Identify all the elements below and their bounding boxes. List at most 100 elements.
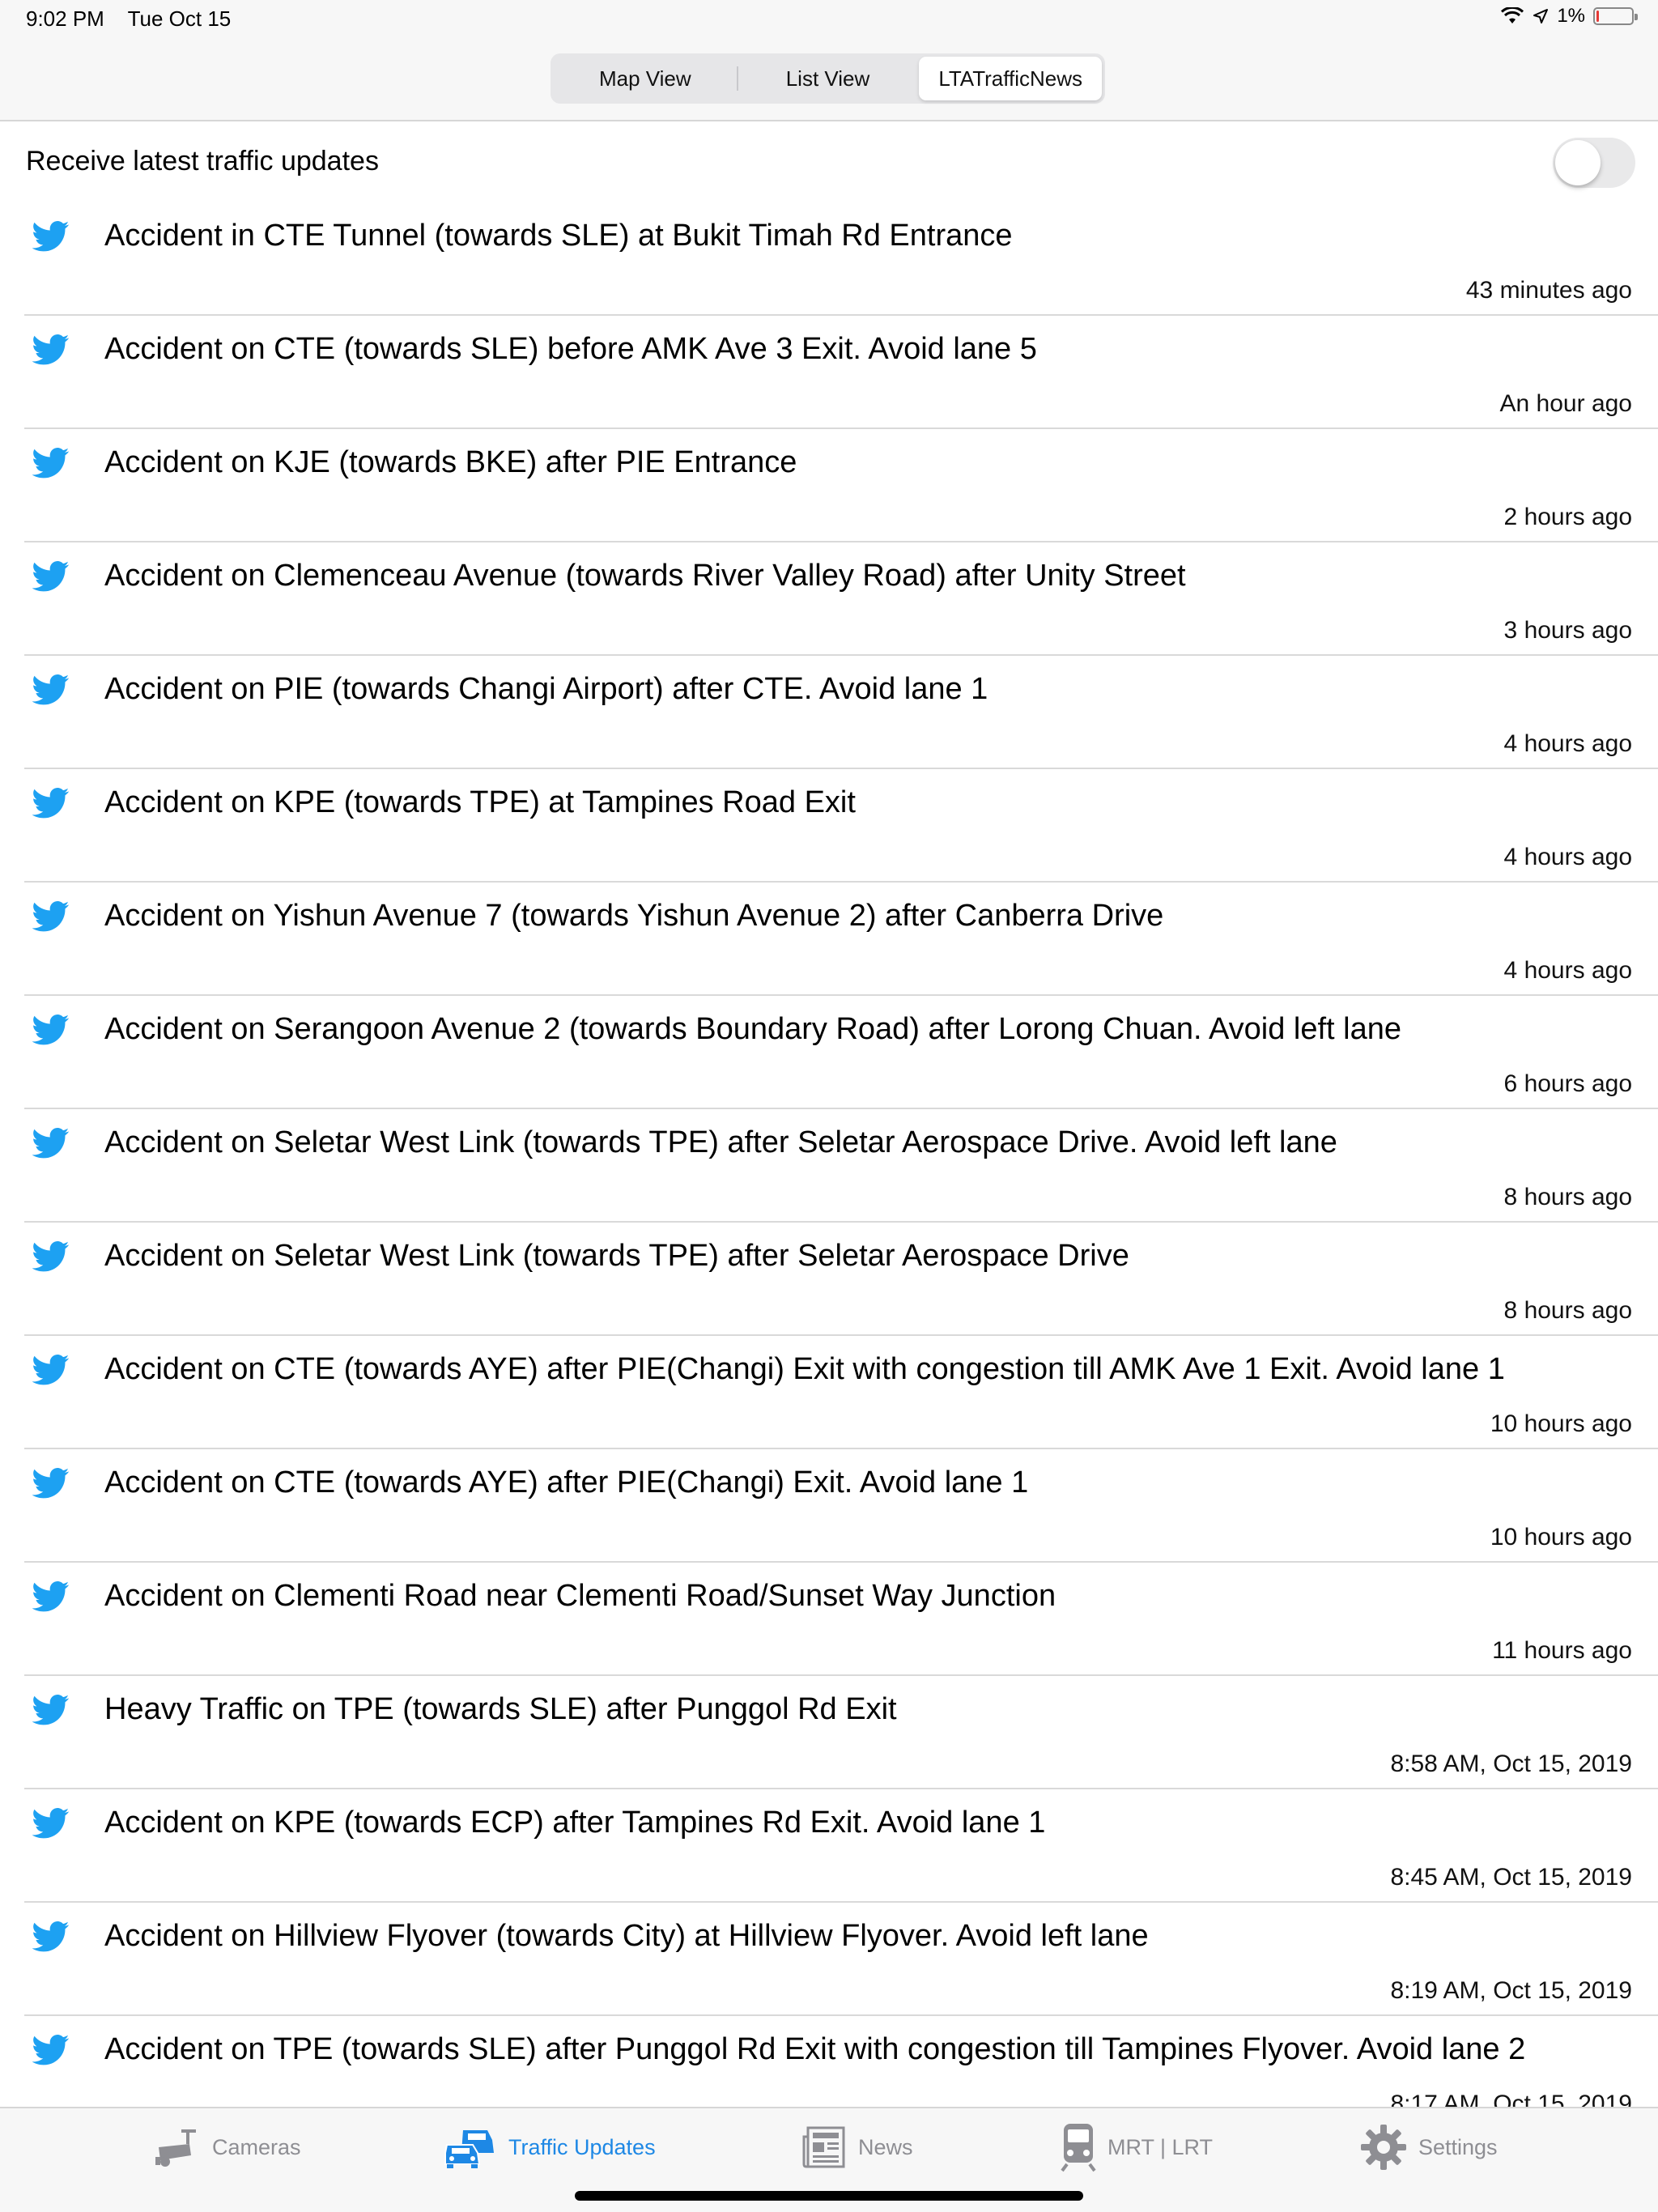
train-icon [1061,2124,1096,2172]
toggle-knob [1555,140,1601,185]
news-item-time: 10 hours ago [1490,1410,1632,1437]
news-item-time: 8 hours ago [1503,1184,1632,1210]
twitter-icon [32,900,70,933]
news-item-time: 11 hours ago [1492,1637,1632,1664]
updates-toggle-row: Receive latest traffic updates [0,121,1658,202]
news-item-text: Accident on Seletar West Link (towards T… [104,1239,1129,1273]
tab-settings[interactable]: Settings [1360,2123,1498,2172]
news-item-time: 8 hours ago [1503,1297,1632,1324]
news-item-text: Accident on KJE (towards BKE) after PIE … [104,445,797,479]
tab-mrt-lrt-label: MRT | LRT [1107,2134,1214,2159]
list-item[interactable]: Accident on CTE (towards SLE) before AMK… [0,316,1658,429]
list-item[interactable]: Accident on KJE (towards BKE) after PIE … [0,429,1658,542]
twitter-icon [32,787,70,819]
tab-settings-label: Settings [1418,2134,1498,2159]
home-indicator [575,2191,1083,2201]
list-item[interactable]: Accident on Seletar West Link (towards T… [0,1109,1658,1223]
news-item-text: Accident on KPE (towards ECP) after Tamp… [104,1806,1046,1840]
tab-cameras-label: Cameras [212,2134,301,2159]
news-item-time: 8:58 AM, Oct 15, 2019 [1390,1750,1632,1777]
gear-icon [1361,2125,1406,2170]
tab-news-label: News [858,2134,913,2159]
twitter-icon [32,674,70,706]
status-date: Tue Oct 15 [127,6,232,31]
news-item-time: 3 hours ago [1503,617,1632,644]
list-item[interactable]: Accident on Hillview Flyover (towards Ci… [0,1903,1658,2016]
news-item-text: Accident on Hillview Flyover (towards Ci… [104,1919,1149,1953]
news-item-text: Accident on Serangoon Avenue 2 (towards … [104,1012,1402,1046]
list-item[interactable]: Accident on CTE (towards AYE) after PIE(… [0,1336,1658,1449]
news-item-time: 4 hours ago [1503,844,1632,870]
list-item[interactable]: Accident on TPE (towards SLE) after Pung… [0,2016,1658,2107]
news-item-text: Accident on Yishun Avenue 7 (towards Yis… [104,899,1164,933]
status-indicators: 1% [1500,5,1638,28]
news-item-text: Accident on CTE (towards SLE) before AMK… [104,332,1037,366]
news-item-text: Heavy Traffic on TPE (towards SLE) after… [104,1692,897,1726]
battery-fill [1596,11,1599,22]
list-item[interactable]: Accident on PIE (towards Changi Airport)… [0,656,1658,769]
tab-cameras[interactable]: Cameras [154,2123,301,2172]
news-item-text: Accident on KPE (towards TPE) at Tampine… [104,785,856,819]
news-item-time: 43 minutes ago [1465,277,1632,304]
news-item-time: 4 hours ago [1503,957,1632,984]
twitter-icon [32,1694,70,1726]
list-item[interactable]: Accident on Serangoon Avenue 2 (towards … [0,996,1658,1109]
news-item-time: 8:19 AM, Oct 15, 2019 [1390,1977,1632,2004]
list-item[interactable]: Accident on Clementi Road near Clementi … [0,1563,1658,1676]
updates-toggle-switch[interactable] [1553,138,1635,188]
wifi-icon [1501,7,1524,23]
camera-icon [155,2129,196,2167]
news-item-text: Accident on TPE (towards SLE) after Pung… [104,2032,1526,2066]
news-item-time: 8:17 AM, Oct 15, 2019 [1390,2091,1632,2107]
tab-traffic-updates-label: Traffic Updates [508,2134,656,2159]
twitter-icon [32,1921,70,1953]
tab-traffic-updates[interactable]: Traffic Updates [444,2123,656,2172]
twitter-icon [32,334,70,366]
news-item-text: Accident on Clementi Road near Clementi … [104,1579,1056,1613]
battery-percent: 1% [1557,5,1585,27]
news-item-text: Accident on CTE (towards AYE) after PIE(… [104,1352,1505,1386]
view-segmented-control: Map View List View LTATrafficNews [551,53,1105,104]
list-item[interactable]: Accident on KPE (towards ECP) after Tamp… [0,1789,1658,1903]
news-item-text: Accident in CTE Tunnel (towards SLE) at … [104,219,1013,253]
list-item[interactable]: Accident on Seletar West Link (towards T… [0,1223,1658,1336]
twitter-icon [32,1127,70,1159]
twitter-icon [32,1240,70,1273]
list-item[interactable]: Accident on CTE (towards AYE) after PIE(… [0,1449,1658,1563]
status-bar: 9:02 PM Tue Oct 15 1% [0,0,1658,40]
news-item-text: Accident on Seletar West Link (towards T… [104,1125,1337,1159]
segment-map-view[interactable]: Map View [554,57,737,100]
status-time-date: 9:02 PM Tue Oct 15 [26,6,249,32]
location-icon [1533,9,1549,23]
twitter-icon [32,1467,70,1499]
cars-icon [444,2130,494,2168]
list-item[interactable]: Accident on KPE (towards TPE) at Tampine… [0,769,1658,883]
battery-icon [1593,7,1638,25]
status-time: 9:02 PM [26,6,104,31]
news-item-text: Accident on CTE (towards AYE) after PIE(… [104,1465,1029,1499]
list-item[interactable]: Heavy Traffic on TPE (towards SLE) after… [0,1676,1658,1789]
news-item-time: An hour ago [1499,390,1632,417]
twitter-icon [32,1354,70,1386]
nav-bar: Map View List View LTATrafficNews [0,40,1658,121]
news-item-text: Accident on Clemenceau Avenue (towards R… [104,559,1186,593]
news-item-time: 10 hours ago [1490,1524,1632,1551]
list-item[interactable]: Accident in CTE Tunnel (towards SLE) at … [0,202,1658,316]
list-item[interactable]: Accident on Clemenceau Avenue (towards R… [0,542,1658,656]
news-item-text: Accident on PIE (towards Changi Airport)… [104,672,988,706]
news-item-time: 6 hours ago [1503,1070,1632,1097]
updates-toggle-label: Receive latest traffic updates [26,146,379,177]
newspaper-icon [802,2126,845,2168]
twitter-icon [32,2034,70,2066]
tab-news[interactable]: News [801,2123,913,2172]
news-item-time: 8:45 AM, Oct 15, 2019 [1390,1864,1632,1891]
twitter-icon [32,447,70,479]
segment-list-view[interactable]: List View [736,57,920,100]
twitter-icon [32,1580,70,1613]
segment-lta-traffic-news[interactable]: LTATrafficNews [919,57,1103,100]
news-item-time: 2 hours ago [1503,504,1632,530]
tab-mrt-lrt[interactable]: MRT | LRT [1061,2123,1213,2172]
list-item[interactable]: Accident on Yishun Avenue 7 (towards Yis… [0,883,1658,996]
traffic-news-list[interactable]: Accident in CTE Tunnel (towards SLE) at … [0,202,1658,2107]
news-item-time: 4 hours ago [1503,730,1632,757]
